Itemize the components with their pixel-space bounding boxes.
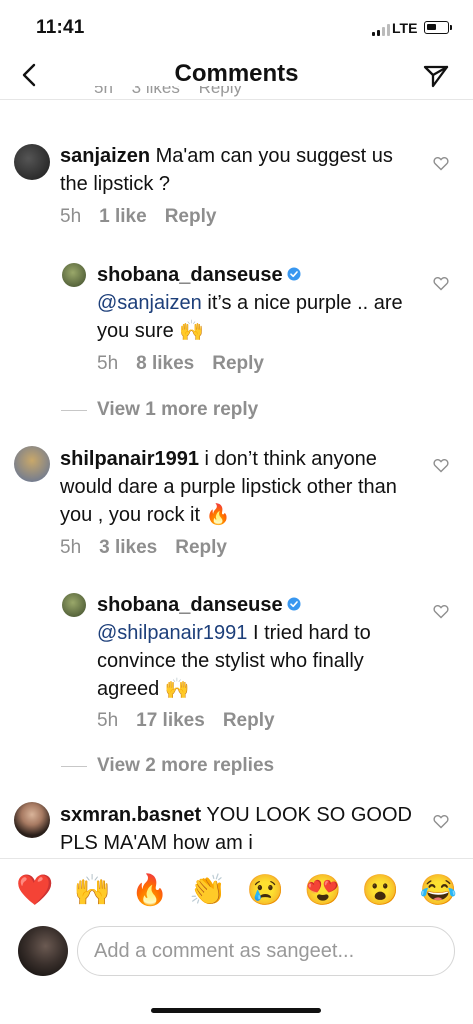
comment-username[interactable]: shilpanair1991 — [60, 448, 199, 470]
send-icon[interactable] — [421, 60, 451, 90]
reply-button[interactable]: Reply — [223, 710, 275, 732]
comment-time: 5h — [97, 710, 119, 731]
home-indicator — [151, 1008, 321, 1013]
comment-time: 5h — [97, 353, 119, 374]
emoji-clap-button[interactable]: 👏 — [189, 873, 226, 908]
comment-likes[interactable]: 17 likes — [136, 710, 205, 732]
status-bar: 11:41 LTE — [0, 0, 473, 54]
avatar[interactable] — [14, 802, 50, 838]
comment-text: sxmran.basnet YOU LOOK SO GOOD PLS MA'AM… — [60, 801, 420, 857]
comment-username[interactable]: shobana_danseuse — [97, 594, 283, 616]
comment-text: shobana_danseuse @sanjaizen it’s a nice … — [97, 261, 417, 345]
verified-icon — [287, 267, 301, 281]
avatar[interactable] — [62, 593, 86, 617]
comment-input[interactable]: Add a comment as sangeet... — [77, 926, 455, 976]
emoji-heart-eyes-button[interactable]: 😍 — [304, 873, 341, 908]
comment-item: sanjaizen Ma'am can you suggest us the l… — [0, 140, 473, 240]
comment-likes[interactable]: 3 likes — [99, 537, 157, 559]
reply-button[interactable]: Reply — [165, 206, 217, 228]
comment-mention[interactable]: @shilpanair1991 — [97, 622, 247, 644]
comment-likes[interactable]: 8 likes — [136, 353, 194, 375]
comment-text: sanjaizen Ma'am can you suggest us the l… — [60, 142, 420, 198]
emoji-surprised-button[interactable]: 😮 — [362, 873, 399, 908]
comment-mention[interactable]: @sanjaizen — [97, 292, 202, 314]
avatar[interactable] — [62, 263, 86, 287]
comment-time: 5h — [94, 86, 113, 97]
emoji-bar: ❤️ 🙌 🔥 👏 😢 😍 😮 😂 — [0, 858, 473, 922]
view-more-replies[interactable]: View 1 more reply — [61, 399, 258, 421]
avatar — [18, 926, 68, 976]
comment-meta: 5h 3 likes Reply — [60, 537, 227, 559]
comment-meta: 5h 1 like Reply — [60, 206, 216, 228]
comment-time: 5h — [60, 206, 82, 227]
reply-item: shobana_danseuse @sanjaizen it’s a nice … — [0, 260, 473, 420]
comment-username[interactable]: shobana_danseuse — [97, 264, 283, 286]
network-label: LTE — [392, 20, 418, 36]
comment-likes[interactable]: 1 like — [99, 206, 147, 228]
view-more-replies[interactable]: View 2 more replies — [61, 755, 274, 777]
emoji-crying-button[interactable]: 😢 — [247, 873, 284, 908]
partial-comment-meta: 5h 3 likes Reply — [94, 86, 256, 100]
avatar[interactable] — [14, 144, 50, 180]
emoji-fire-button[interactable]: 🔥 — [131, 873, 168, 908]
heart-icon[interactable] — [433, 814, 449, 829]
verified-icon — [287, 597, 301, 611]
status-time: 11:41 — [36, 17, 85, 38]
comment-likes[interactable]: 3 likes — [132, 86, 180, 97]
comment-item: sxmran.basnet YOU LOOK SO GOOD PLS MA'AM… — [0, 800, 473, 858]
battery-icon — [424, 21, 452, 34]
emoji-laughing-button[interactable]: 😂 — [420, 873, 457, 908]
avatar[interactable] — [14, 446, 50, 482]
comment-username[interactable]: sxmran.basnet — [60, 804, 201, 826]
comment-text: shilpanair1991 i don’t think anyone woul… — [60, 445, 425, 529]
heart-icon[interactable] — [433, 458, 449, 473]
comment-item: shilpanair1991 i don’t think anyone woul… — [0, 444, 473, 564]
comment-meta: 5h 17 likes Reply — [97, 710, 275, 732]
reply-button[interactable]: Reply — [175, 537, 227, 559]
comment-composer: Add a comment as sangeet... — [0, 922, 473, 982]
emoji-heart-button[interactable]: ❤️ — [16, 873, 53, 908]
reply-button[interactable]: Reply — [199, 86, 242, 97]
reply-item: shobana_danseuse @shilpanair1991 I tried… — [0, 590, 473, 780]
heart-icon[interactable] — [433, 276, 449, 291]
heart-icon[interactable] — [433, 156, 449, 171]
comment-time: 5h — [60, 537, 82, 558]
comment-text: shobana_danseuse @shilpanair1991 I tried… — [97, 591, 427, 703]
emoji-raised-hands-button[interactable]: 🙌 — [74, 873, 111, 908]
reply-button[interactable]: Reply — [212, 353, 264, 375]
signal-icon — [372, 24, 390, 36]
comment-username[interactable]: sanjaizen — [60, 145, 150, 167]
comment-meta: 5h 8 likes Reply — [97, 353, 264, 375]
heart-icon[interactable] — [433, 604, 449, 619]
page-title: Comments — [174, 60, 299, 87]
